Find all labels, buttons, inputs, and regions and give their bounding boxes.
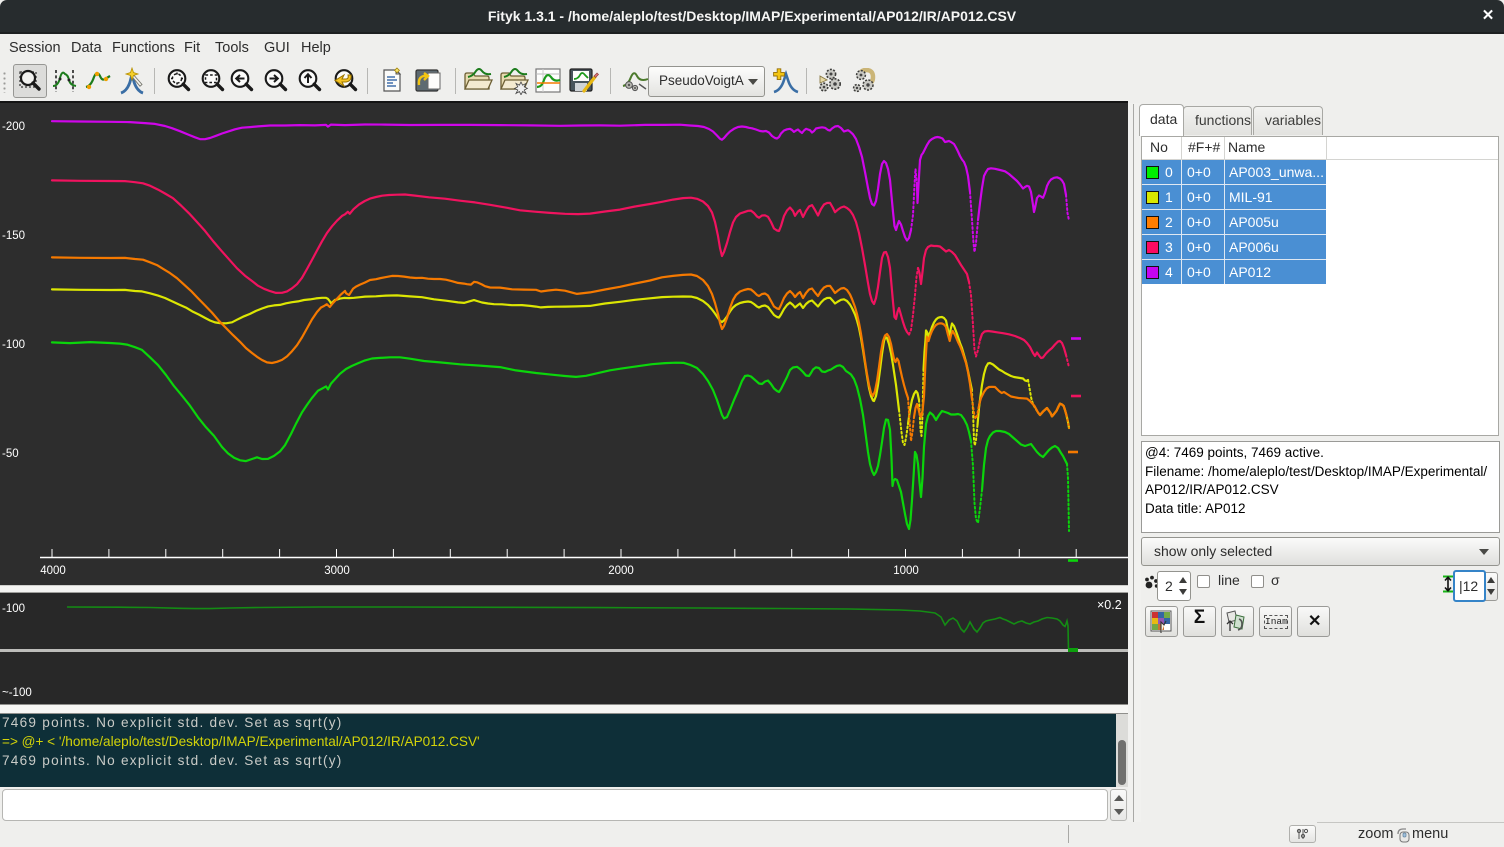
svg-text:4000: 4000	[40, 565, 66, 577]
svg-text:-50: -50	[2, 448, 19, 460]
svg-text:-200: -200	[2, 121, 25, 133]
svg-text:-100: -100	[2, 603, 25, 615]
svg-text:-100: -100	[2, 339, 25, 351]
svg-text:2000: 2000	[608, 565, 634, 577]
svg-text:1000: 1000	[893, 565, 919, 577]
svg-text:×0.2: ×0.2	[1097, 598, 1122, 612]
svg-text:-150: -150	[2, 230, 25, 242]
svg-text:3000: 3000	[324, 565, 350, 577]
